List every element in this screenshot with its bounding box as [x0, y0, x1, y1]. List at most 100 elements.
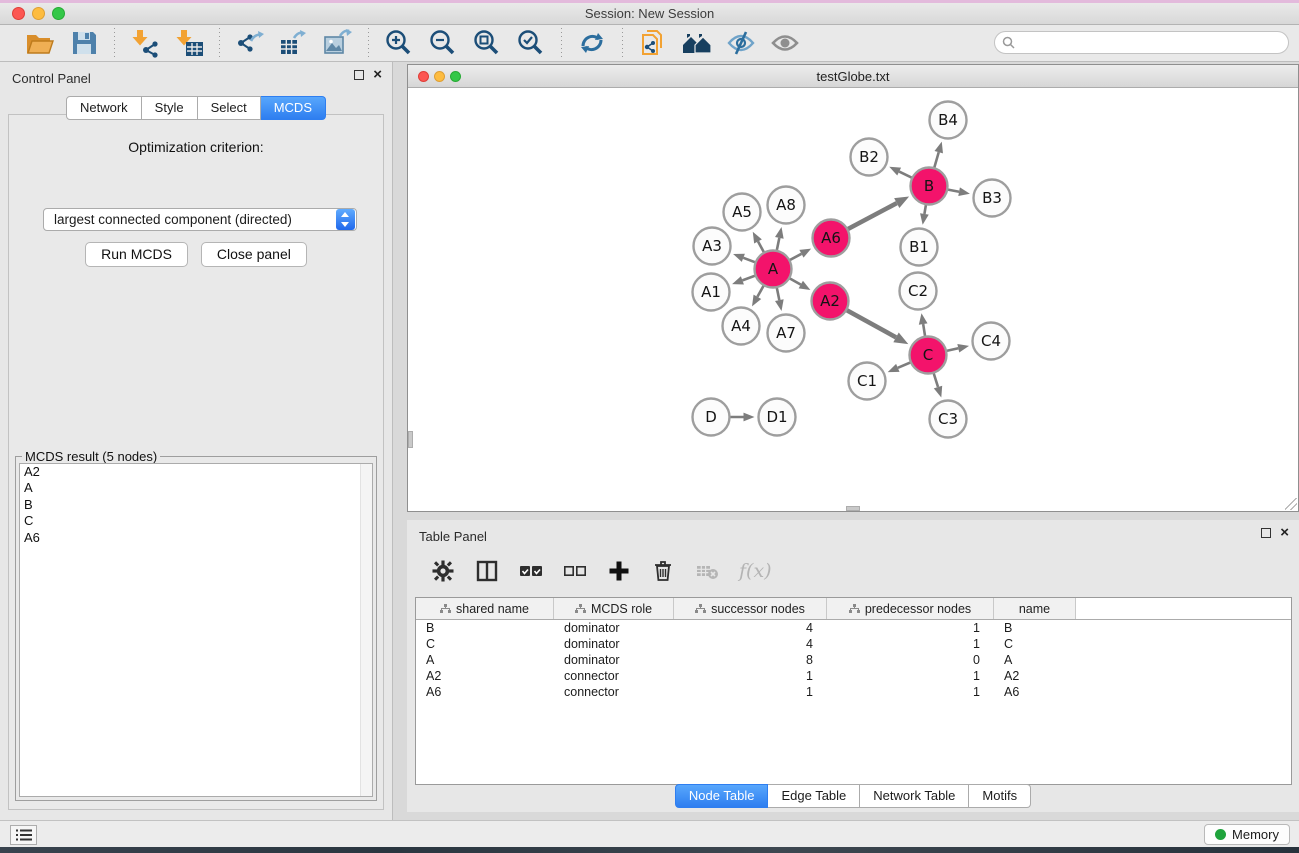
- delete-table-icon[interactable]: [695, 559, 719, 583]
- mcds-result-item[interactable]: C: [20, 513, 372, 529]
- import-table-icon[interactable]: [173, 28, 205, 58]
- network-window-titlebar: testGlobe.txt: [408, 65, 1298, 88]
- network-graph[interactable]: B4 B2 B B3 A8A5 A6 A3 B1 A C2 A1 A2 A4 A7 C4 C C1 D D1 C3: [408, 88, 1298, 511]
- table-tabs: Node TableEdge TableNetwork TableMotifs: [407, 784, 1299, 808]
- mcds-result-item[interactable]: A: [20, 480, 372, 496]
- graph-node-D[interactable]: D: [693, 399, 730, 436]
- graph-node-B3[interactable]: B3: [974, 180, 1011, 217]
- select-all-icon[interactable]: [519, 559, 543, 583]
- column-header-successor-nodes[interactable]: successor nodes: [674, 598, 827, 619]
- table-tab-motifs[interactable]: Motifs: [969, 784, 1031, 808]
- task-history-button[interactable]: [10, 825, 37, 845]
- duplicate-network-icon[interactable]: [637, 28, 669, 58]
- graph-node-C2[interactable]: C2: [900, 273, 937, 310]
- graph-node-A6[interactable]: A6: [813, 220, 850, 257]
- import-network-icon[interactable]: [129, 28, 161, 58]
- graph-node-D1[interactable]: D1: [759, 399, 796, 436]
- zoom-fit-icon[interactable]: [471, 28, 503, 58]
- graph-node-C4[interactable]: C4: [973, 323, 1010, 360]
- network-canvas[interactable]: B4 B2 B B3 A8A5 A6 A3 B1 A C2 A1 A2 A4 A7 C4 C C1 D D1 C3: [408, 88, 1298, 511]
- graph-node-C[interactable]: C: [910, 337, 947, 374]
- function-builder-icon[interactable]: f(x): [739, 560, 772, 582]
- memory-button[interactable]: Memory: [1204, 824, 1290, 845]
- vertical-scrollbar-thumb[interactable]: [408, 431, 413, 448]
- mcds-result-item[interactable]: B: [20, 497, 372, 513]
- table-row[interactable]: Adominator80A: [416, 652, 1291, 668]
- tab-style[interactable]: Style: [142, 96, 198, 120]
- hide-panels-icon[interactable]: [725, 28, 757, 58]
- zoom-out-icon[interactable]: [427, 28, 459, 58]
- graph-node-B2[interactable]: B2: [851, 139, 888, 176]
- float-panel-icon[interactable]: [354, 70, 364, 80]
- table-settings-icon[interactable]: [431, 559, 455, 583]
- table-row[interactable]: Cdominator41C: [416, 636, 1291, 652]
- mcds-result-list[interactable]: A2ABCA6: [19, 463, 373, 797]
- optimization-dropdown[interactable]: largest connected component (directed): [43, 208, 357, 231]
- run-mcds-button[interactable]: Run MCDS: [85, 242, 188, 267]
- zoom-selected-icon[interactable]: [515, 28, 547, 58]
- table-tab-node-table[interactable]: Node Table: [675, 784, 769, 808]
- cell-predecessor-nodes: 1: [827, 637, 994, 651]
- table-row[interactable]: A2connector11A2: [416, 668, 1291, 684]
- graph-node-B[interactable]: B: [911, 168, 948, 205]
- column-header-mcds-role[interactable]: MCDS role: [554, 598, 674, 619]
- show-panels-icon[interactable]: [769, 28, 801, 58]
- close-panel-icon[interactable]: ×: [373, 70, 382, 80]
- float-table-panel-icon[interactable]: [1261, 528, 1271, 538]
- graph-node-C3[interactable]: C3: [930, 401, 967, 438]
- control-panel: Control Panel × NetworkStyleSelectMCDS O…: [0, 62, 393, 820]
- graph-node-C1[interactable]: C1: [849, 363, 886, 400]
- table-panel-header: Table Panel ×: [407, 520, 1299, 550]
- graph-node-A8[interactable]: A8: [768, 187, 805, 224]
- table-row[interactable]: A6connector11A6: [416, 684, 1291, 700]
- graph-node-B4[interactable]: B4: [930, 102, 967, 139]
- mcds-list-scrollbar[interactable]: [360, 464, 372, 796]
- column-visibility-icon[interactable]: [475, 559, 499, 583]
- cell-mcds-role: connector: [554, 685, 674, 699]
- graph-node-A[interactable]: A: [755, 251, 792, 288]
- export-image-icon[interactable]: [322, 28, 354, 58]
- open-session-icon[interactable]: [24, 28, 56, 58]
- tab-mcds[interactable]: MCDS: [261, 96, 326, 120]
- column-header-predecessor-nodes[interactable]: predecessor nodes: [827, 598, 994, 619]
- export-table-icon[interactable]: [278, 28, 310, 58]
- graph-node-A1[interactable]: A1: [693, 274, 730, 311]
- delete-column-icon[interactable]: [651, 559, 675, 583]
- refresh-icon[interactable]: [576, 28, 608, 58]
- graph-node-B1[interactable]: B1: [901, 229, 938, 266]
- graph-node-A4[interactable]: A4: [723, 308, 760, 345]
- resize-grip[interactable]: [1285, 498, 1297, 510]
- save-session-icon[interactable]: [68, 28, 100, 58]
- mcds-result-item[interactable]: A6: [20, 530, 372, 546]
- table-tab-network-table[interactable]: Network Table: [860, 784, 969, 808]
- dropdown-stepper-icon: [336, 209, 355, 230]
- cell-predecessor-nodes: 0: [827, 653, 994, 667]
- cell-predecessor-nodes: 1: [827, 621, 994, 635]
- search-input[interactable]: [1015, 34, 1288, 52]
- horizontal-scrollbar-thumb[interactable]: [846, 506, 860, 511]
- deselect-all-icon[interactable]: [563, 559, 587, 583]
- column-header-name[interactable]: name: [994, 598, 1076, 619]
- svg-text:A7: A7: [776, 324, 796, 342]
- tab-select[interactable]: Select: [198, 96, 261, 120]
- graph-node-A3[interactable]: A3: [694, 228, 731, 265]
- tab-network[interactable]: Network: [66, 96, 142, 120]
- column-header-shared-name[interactable]: shared name: [416, 598, 554, 619]
- cell-shared-name: B: [416, 621, 554, 635]
- graph-node-A7[interactable]: A7: [768, 315, 805, 352]
- search-field[interactable]: [994, 31, 1289, 54]
- cell-mcds-role: connector: [554, 669, 674, 683]
- close-panel-button[interactable]: Close panel: [201, 242, 307, 267]
- mcds-result-item[interactable]: A2: [20, 464, 372, 480]
- table-row[interactable]: Bdominator41B: [416, 620, 1291, 636]
- export-network-icon[interactable]: [234, 28, 266, 58]
- svg-text:B1: B1: [909, 238, 929, 256]
- svg-text:A: A: [768, 260, 779, 278]
- graph-node-A2[interactable]: A2: [812, 283, 849, 320]
- add-column-icon[interactable]: [607, 559, 631, 583]
- close-table-panel-icon[interactable]: ×: [1280, 528, 1289, 538]
- graph-node-A5[interactable]: A5: [724, 194, 761, 231]
- table-tab-edge-table[interactable]: Edge Table: [768, 784, 860, 808]
- home-icon[interactable]: [681, 28, 713, 58]
- zoom-in-icon[interactable]: [383, 28, 415, 58]
